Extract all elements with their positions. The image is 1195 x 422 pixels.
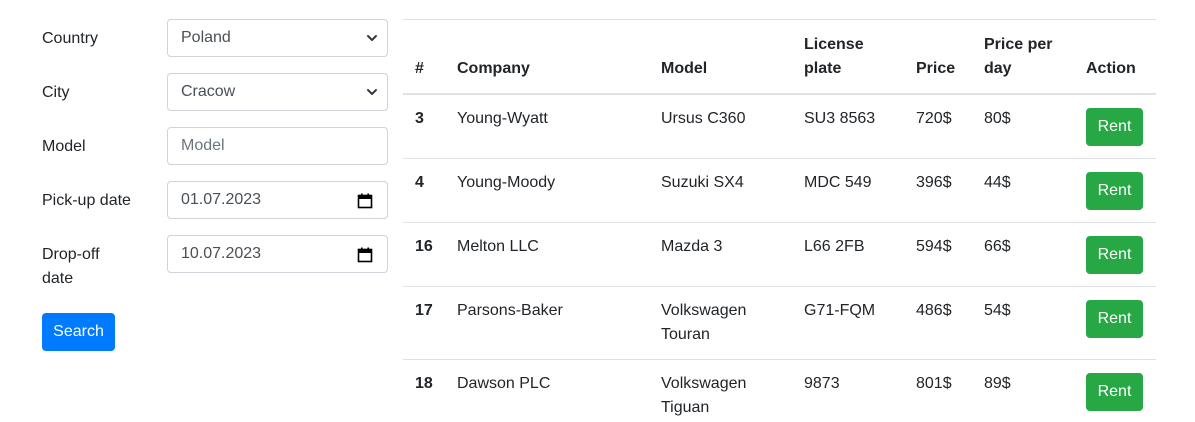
country-select[interactable]: Poland [167,19,388,57]
table-row: 4 Young-Moody Suzuki SX4 MDC 549 396$ 44… [403,157,1156,222]
table-header-row: # Company Model License plate Price Pric… [403,19,1156,95]
row-model-line1: Mazda 3 [661,237,723,255]
dropoff-label-line1: Drop-off [42,246,100,263]
country-label: Country [42,30,99,47]
row-num: 3 [403,93,445,158]
header-price-per-day: Price per day [972,19,1074,95]
dropoff-label-line2: date [42,270,74,287]
rent-button[interactable]: Rent [1086,299,1143,338]
header-price-per-day-line1: Price per [984,35,1053,53]
row-price: 486$ [904,285,972,359]
header-license-plate: License plate [792,19,904,95]
city-select[interactable]: Cracow [167,73,388,111]
row-num: 16 [403,221,445,286]
rent-button[interactable]: Rent [1086,107,1143,146]
row-num: 4 [403,157,445,222]
calendar-icon[interactable] [357,247,373,263]
row-company: Young-Moody [445,157,649,222]
row-action: Rent [1074,157,1156,222]
row-model-line1: Volkswagen [661,301,747,319]
row-model-line1: Volkswagen [661,374,747,392]
row-price-per-day: 89$ [972,358,1074,422]
row-license-plate: SU3 8563 [792,93,904,158]
city-label: City [42,84,70,101]
header-license-plate-line1: License [804,35,864,53]
rent-button[interactable]: Rent [1086,171,1143,210]
rent-button[interactable]: Rent [1086,235,1143,274]
row-company: Young-Wyatt [445,93,649,158]
pickup-label: Pick-up date [42,192,131,209]
country-value: Poland [181,29,231,46]
row-model-line2: Tiguan [661,398,710,416]
header-model: Model [649,19,792,95]
header-action: Action [1074,19,1156,95]
row-license-plate: L66 2FB [792,221,904,286]
row-model: Volkswagen Touran [649,285,792,359]
model-input[interactable]: Model [167,127,388,165]
results-table-container: # Company Model License plate Price Pric… [403,19,1156,422]
row-company: Parsons-Baker [445,285,649,359]
row-model-line2: Touran [661,325,710,343]
row-license-plate: MDC 549 [792,157,904,222]
row-action: Rent [1074,221,1156,286]
row-model: Volkswagen Tiguan [649,358,792,422]
table-row: 3 Young-Wyatt Ursus C360 SU3 8563 720$ 8… [403,93,1156,158]
row-price-per-day: 44$ [972,157,1074,222]
row-price: 594$ [904,221,972,286]
row-license-plate: G71-FQM [792,285,904,359]
header-company: Company [445,19,649,95]
row-price-per-day: 54$ [972,285,1074,359]
calendar-icon[interactable] [357,193,373,209]
row-price-per-day: 80$ [972,93,1074,158]
row-action: Rent [1074,93,1156,158]
row-price: 801$ [904,358,972,422]
model-label: Model [42,138,86,155]
dropoff-date-input[interactable]: 10.07.2023 [167,235,388,273]
search-button[interactable]: Search [42,313,115,351]
row-model-line1: Ursus C360 [661,109,746,127]
row-price: 396$ [904,157,972,222]
table-row: 18 Dawson PLC Volkswagen Tiguan 9873 801… [403,358,1156,422]
row-num: 17 [403,285,445,359]
chevron-down-icon [367,89,377,95]
table-row: 17 Parsons-Baker Volkswagen Touran G71-F… [403,285,1156,359]
row-model-line1: Suzuki SX4 [661,173,744,191]
header-num: # [403,19,445,95]
pickup-date-value: 01.07.2023 [181,191,262,208]
rent-button[interactable]: Rent [1086,372,1143,411]
row-company: Melton LLC [445,221,649,286]
model-placeholder: Model [181,137,225,154]
row-price: 720$ [904,93,972,158]
row-license-plate: 9873 [792,358,904,422]
row-action: Rent [1074,285,1156,359]
pickup-date-input[interactable]: 01.07.2023 [167,181,388,219]
row-model: Ursus C360 [649,93,792,158]
chevron-down-icon [367,35,377,41]
header-license-plate-line2: plate [804,59,842,77]
dropoff-date-value: 10.07.2023 [181,245,262,262]
row-model: Suzuki SX4 [649,157,792,222]
table-row: 16 Melton LLC Mazda 3 L66 2FB 594$ 66$ R… [403,221,1156,286]
row-num: 18 [403,358,445,422]
header-price: Price [904,19,972,95]
city-value: Cracow [181,83,236,100]
row-price-per-day: 66$ [972,221,1074,286]
header-price-per-day-line2: day [984,59,1012,77]
row-action: Rent [1074,358,1156,422]
results-table: # Company Model License plate Price Pric… [403,19,1156,422]
row-company: Dawson PLC [445,358,649,422]
row-model: Mazda 3 [649,221,792,286]
